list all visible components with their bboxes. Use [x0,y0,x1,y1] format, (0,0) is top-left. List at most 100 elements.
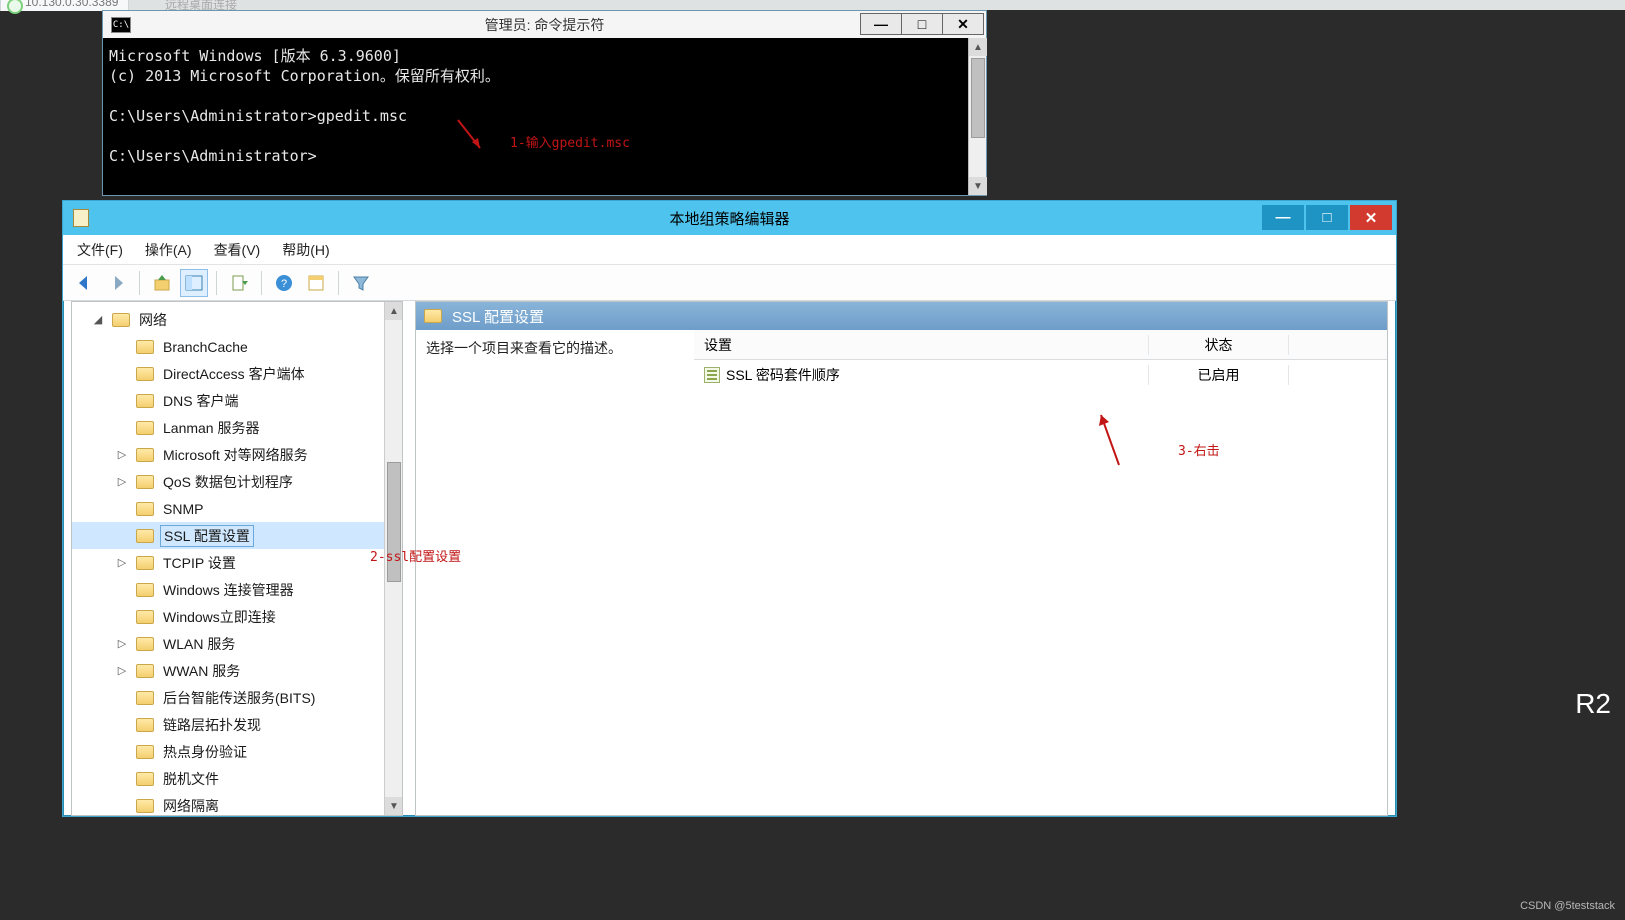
cmd-maximize-button[interactable]: □ [901,13,943,35]
tree-item[interactable]: BranchCache [72,333,384,360]
toolbar-up-button[interactable] [148,269,176,297]
tree-item[interactable]: SNMP [72,495,384,522]
expand-icon[interactable] [116,503,128,515]
toolbar-help-button[interactable]: ? [270,269,298,297]
expand-icon[interactable] [116,584,128,596]
tree-item[interactable]: ▷ QoS 数据包计划程序 [72,468,384,495]
scroll-up-icon[interactable]: ▲ [969,38,987,56]
gpedit-maximize-button[interactable]: □ [1306,205,1348,230]
toolbar-separator [216,271,217,295]
tree-item[interactable]: 网络隔离 [72,792,384,815]
tree-item[interactable]: Windows 连接管理器 [72,576,384,603]
expand-icon[interactable] [116,530,128,542]
tree-item[interactable]: ▷ Microsoft 对等网络服务 [72,441,384,468]
expand-icon[interactable] [116,422,128,434]
tree-item-label: QoS 数据包计划程序 [160,472,296,492]
expand-icon[interactable]: ▷ [116,638,128,650]
tree-item[interactable]: 链路层拓扑发现 [72,711,384,738]
tree-item-label: WWAN 服务 [160,661,243,681]
expand-icon[interactable] [116,611,128,623]
toolbar-separator [261,271,262,295]
policy-tree[interactable]: ◢ 网络 BranchCacheDirectAccess 客户端体DNS 客户端… [72,302,384,815]
settings-row[interactable]: SSL 密码套件顺序已启用 [694,360,1387,390]
expand-icon[interactable] [116,692,128,704]
tree-item[interactable]: ▷WLAN 服务 [72,630,384,657]
tree-item[interactable]: 热点身份验证 [72,738,384,765]
folder-icon [424,309,442,323]
tree-item[interactable]: Lanman 服务器 [72,414,384,441]
scroll-down-icon[interactable]: ▼ [385,797,403,815]
tree-item[interactable]: ▷ WWAN 服务 [72,657,384,684]
cmd-output[interactable]: Microsoft Windows [版本 6.3.9600] (c) 2013… [103,38,968,195]
expand-icon[interactable] [116,746,128,758]
toolbar-back-button[interactable] [71,269,99,297]
gpedit-minimize-button[interactable]: — [1262,205,1304,230]
description-prompt: 选择一个项目来查看它的描述。 [426,340,622,356]
desktop-watermark-r2: R2 [1575,688,1611,720]
toolbar-filter-button[interactable] [347,269,375,297]
scroll-up-icon[interactable]: ▲ [385,302,403,320]
cmd-title: 管理员: 命令提示符 [103,11,986,38]
properties-icon [306,273,326,293]
export-icon [229,273,249,293]
folder-icon [136,664,154,678]
folder-icon [136,448,154,462]
description-pane: 选择一个项目来查看它的描述。 [416,330,694,815]
tree-pane: ◢ 网络 BranchCacheDirectAccess 客户端体DNS 客户端… [71,301,403,816]
content-header-title: SSL 配置设置 [452,306,544,327]
folder-icon [136,421,154,435]
cmd-icon: C:\ [111,17,131,33]
collapse-icon[interactable]: ◢ [92,314,104,326]
menu-view[interactable]: 查看(V) [214,240,261,260]
expand-icon[interactable] [116,341,128,353]
expand-icon[interactable] [116,719,128,731]
expand-icon[interactable] [116,773,128,785]
folder-icon [136,583,154,597]
cmd-close-button[interactable]: ✕ [942,13,984,35]
toolbar-properties-button[interactable] [302,269,330,297]
col-state-header[interactable]: 状态 [1149,335,1289,355]
tree-item-label: SSL 配置设置 [160,525,254,547]
folder-icon [136,475,154,489]
content-header: SSL 配置设置 [416,302,1387,330]
tree-item[interactable]: ▷TCPIP 设置 [72,549,384,576]
folder-icon [136,367,154,381]
tree-item[interactable]: DNS 客户端 [72,387,384,414]
tree-item-label: Lanman 服务器 [160,418,262,438]
scroll-thumb[interactable] [971,58,985,138]
tree-item[interactable]: 后台智能传送服务(BITS) [72,684,384,711]
expand-icon[interactable]: ▷ [116,665,128,677]
menu-file[interactable]: 文件(F) [77,240,123,260]
tree-item[interactable]: SSL 配置设置 [72,522,384,549]
expand-icon[interactable] [116,368,128,380]
annotation-2: 2-ssl配置设置 [370,546,461,565]
expand-icon[interactable] [116,395,128,407]
annotation-arrow-3 [1095,410,1135,470]
toolbar-separator [338,271,339,295]
tree-item[interactable]: Windows立即连接 [72,603,384,630]
expand-icon[interactable]: ▷ [116,449,128,461]
menu-action[interactable]: 操作(A) [145,240,192,260]
expand-icon[interactable]: ▷ [116,557,128,569]
tree-item-label: Windows 连接管理器 [160,580,297,600]
toolbar-show-hide-tree-button[interactable] [180,269,208,297]
cmd-scrollbar[interactable]: ▲ ▼ [968,38,986,195]
tree-item-label: Microsoft 对等网络服务 [160,445,311,465]
expand-icon[interactable] [116,800,128,812]
menu-help[interactable]: 帮助(H) [282,240,329,260]
expand-icon[interactable]: ▷ [116,476,128,488]
toolbar-forward-button[interactable] [103,269,131,297]
tree-item-label: Windows立即连接 [160,607,279,627]
svg-text:?: ? [281,278,287,290]
tree-item[interactable]: 脱机文件 [72,765,384,792]
tree-root-network[interactable]: ◢ 网络 [72,306,384,333]
cmd-minimize-button[interactable]: — [860,13,902,35]
annotation-3: 3-右击 [1178,440,1220,459]
toolbar-export-button[interactable] [225,269,253,297]
scroll-down-icon[interactable]: ▼ [969,177,987,195]
tree-item[interactable]: DirectAccess 客户端体 [72,360,384,387]
gpedit-window-controls: — □ ✕ [1260,205,1392,230]
col-setting-header[interactable]: 设置 [694,335,1149,355]
gpedit-close-button[interactable]: ✕ [1350,205,1392,230]
folder-icon [136,772,154,786]
